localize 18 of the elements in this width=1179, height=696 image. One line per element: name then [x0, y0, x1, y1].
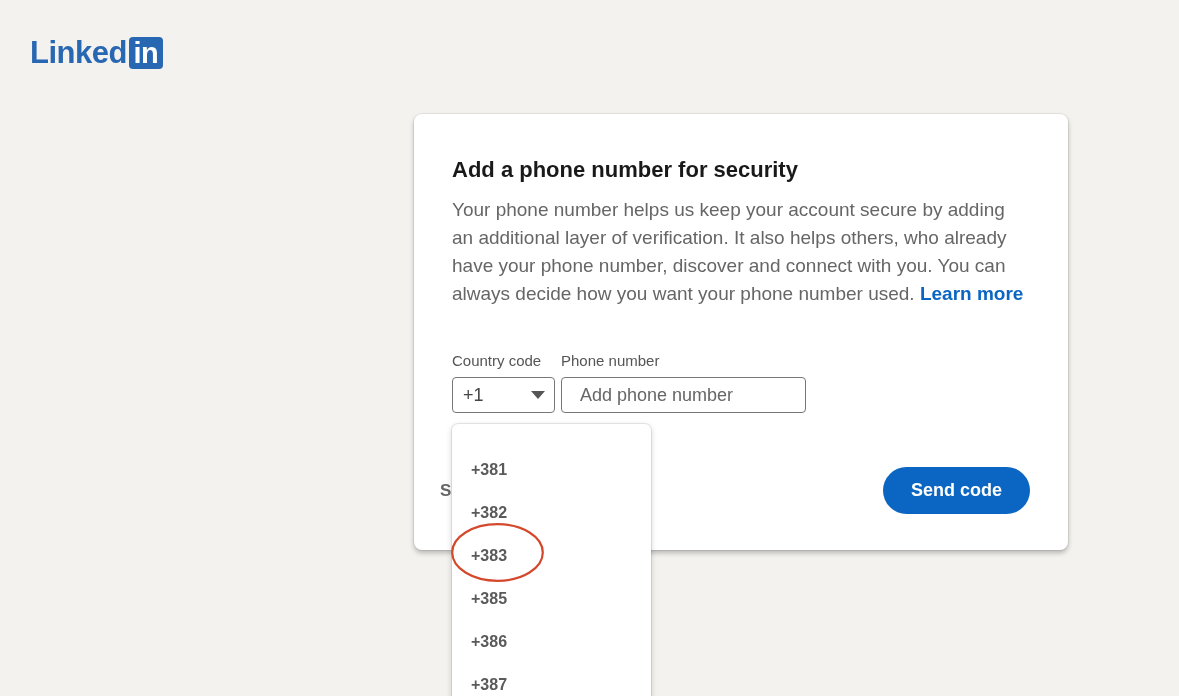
card-title: Add a phone number for security — [452, 156, 799, 183]
logo-wordmark[interactable]: Linked — [30, 37, 127, 69]
dropdown-option[interactable]: +382 — [452, 491, 651, 534]
country-code-select[interactable]: +1 — [452, 377, 555, 413]
logo-badge[interactable]: in — [128, 37, 163, 69]
description-text: Your phone number helps us keep your account secure by adding an additional layer of verification. It also helps others, who already have your phone number, discover and connect with you. You can always decide how you want your phone number used. Learn more — [452, 198, 1025, 306]
caret-icon — [531, 391, 545, 399]
learn-more-link[interactable]: Learn more — [919, 283, 1024, 304]
phone-number-field[interactable]: Add phone number — [561, 377, 806, 413]
field-label: Country code — [452, 351, 543, 371]
dropdown-option[interactable]: +386 — [452, 620, 651, 663]
dropdown-option[interactable]: +381 — [452, 448, 651, 491]
dropdown-option[interactable]: +387 — [452, 663, 651, 696]
field-label: Phone number — [561, 351, 661, 371]
dropdown-option[interactable]: +385 — [452, 577, 651, 620]
dropdown-option[interactable]: +383 — [452, 534, 651, 577]
text-link[interactable]: S — [440, 480, 452, 501]
send-code-button[interactable]: Send code — [882, 467, 1030, 514]
